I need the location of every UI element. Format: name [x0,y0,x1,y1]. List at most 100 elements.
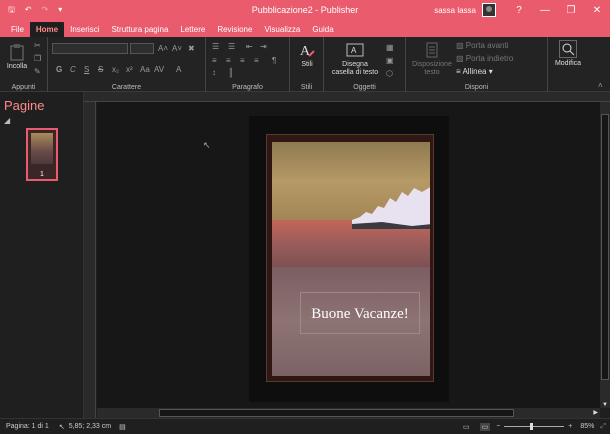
text-layout-button[interactable]: Disposizione testo [410,41,454,77]
tab-page-design[interactable]: Struttura pagina [105,22,174,37]
justify-icon[interactable]: ≡ [254,56,259,65]
copy-icon[interactable]: ❐ [34,54,41,63]
beach-photo[interactable]: Buone Vacanze! [272,142,430,376]
page[interactable]: Buone Vacanze! [249,116,449,402]
tab-mailings[interactable]: Lettere [174,22,211,37]
table-icon[interactable]: ▦ [386,43,394,52]
redo-icon[interactable]: ↷ [42,5,49,15]
styles-button[interactable]: A Stili [293,41,321,69]
close-button[interactable]: ✕ [584,5,610,16]
numbering-icon[interactable]: ☰ [228,42,235,51]
tab-file[interactable]: File [5,22,30,37]
align-center-icon[interactable]: ≡ [226,56,231,65]
pages-panel: Pagine ◢ 1 [0,92,84,418]
send-backward-button[interactable]: ▨ Porta indietro [456,54,513,63]
page-number: 1 [40,171,44,178]
tab-home[interactable]: Home [29,22,65,37]
font-name-box[interactable] [52,43,128,54]
font-size-box[interactable] [130,43,154,54]
styles-label: Stili [301,61,313,68]
zoom-level[interactable]: 85% [580,423,594,430]
bullets-icon[interactable]: ☰ [212,42,219,51]
greeting-textbox[interactable]: Buone Vacanze! [300,292,420,334]
canvas[interactable]: ↖ Buone Vacanze! [97,102,600,408]
cut-icon[interactable]: ✂ [34,41,41,50]
single-page-view-icon[interactable]: ▭ [463,423,470,431]
restore-button[interactable]: ❐ [558,5,584,16]
bring-forward-button[interactable]: ▧ Porta avanti [456,41,508,50]
vertical-ruler[interactable] [84,102,96,418]
help-button[interactable]: ? [506,5,532,16]
increase-indent-icon[interactable]: ⇥ [260,42,267,51]
draw-textbox-button[interactable]: A Disegna casella di testo [328,41,382,77]
clear-formatting-icon[interactable]: ✖ [188,44,195,53]
horizontal-scroll-thumb[interactable] [159,409,514,417]
cursor-icon: ↖ [58,423,65,431]
styles-icon: A [300,44,315,59]
superscript-icon[interactable]: x² [126,65,133,74]
zoom-slider[interactable] [504,423,565,430]
arrange-group-label: Disponi [464,84,489,91]
group-arrange: Disposizione testo ▧ Porta avanti ▨ Port… [406,37,548,92]
shapes-icon[interactable]: ⬡ [386,69,393,78]
collapse-ribbon-icon[interactable]: ˄ [598,81,603,90]
zoom-in-icon[interactable]: + [568,423,572,430]
strikethrough-icon[interactable]: S [98,65,103,74]
paste-button[interactable]: Incolla [4,43,30,71]
align-right-icon[interactable]: ≡ [240,56,245,65]
shrink-font-icon[interactable]: A˅ [172,44,182,53]
quick-access-toolbar: 🖫 ↶ ↷ ▾ [0,5,120,15]
underline-icon[interactable]: S [84,65,89,74]
align-button[interactable]: ≡ Allinea ▾ [456,67,493,76]
fit-page-icon[interactable]: ⤢ [600,423,606,431]
zoom-slider-thumb[interactable] [530,423,534,430]
character-spacing-icon[interactable]: AV [154,65,164,74]
page-thumbnail[interactable]: 1 [26,128,58,181]
photo-foliage [352,187,430,229]
picture-icon[interactable]: ▣ [386,56,394,65]
line-spacing-icon[interactable]: ↕ [212,68,216,77]
modify-button[interactable]: Modifica [550,40,586,68]
font-color-icon[interactable]: A [176,65,181,74]
clipboard-group-label: Appunti [11,84,36,91]
subscript-icon[interactable]: x₂ [112,65,119,74]
show-marks-icon[interactable]: ¶ [272,56,276,65]
avatar[interactable] [482,3,496,17]
page-info[interactable]: Pagina: 1 di 1 [6,423,49,430]
minimize-button[interactable]: — [532,5,558,16]
two-page-view-icon[interactable]: ▭ [479,422,491,431]
objects-group-label: Oggetti [353,84,376,91]
tab-insert[interactable]: Inserisci [64,22,105,37]
cursor-position: 5,85; 2,33 cm [68,423,112,430]
group-clipboard: Incolla ✂ ❐ ✎ Appunti [0,37,48,92]
scroll-right-icon[interactable]: ▶ [593,409,598,416]
card-border[interactable]: Buone Vacanze! [266,134,434,382]
svg-text:A: A [300,44,311,59]
grow-font-icon[interactable]: A˄ [158,44,168,53]
customize-qat-icon[interactable]: ▾ [58,5,62,15]
italic-icon[interactable]: C [70,65,76,74]
tab-help[interactable]: Guida [306,22,339,37]
draw-textbox-label-2: casella di testo [331,69,379,76]
tab-review[interactable]: Revisione [211,22,258,37]
ribbon-tabs: File Home Inserisci Struttura pagina Let… [0,20,610,37]
horizontal-ruler[interactable] [84,92,610,102]
undo-icon[interactable]: ↶ [25,5,32,15]
bold-icon[interactable]: G [56,65,62,74]
user-name[interactable]: sassa lassa [434,6,476,15]
collapse-arrow-icon[interactable]: ◢ [4,116,10,125]
styles-group-label: Stili [300,84,313,91]
vertical-scroll-thumb[interactable] [601,114,609,380]
columns-icon[interactable]: ║ [228,68,234,77]
align-left-icon[interactable]: ≡ [212,56,217,65]
change-case-icon[interactable]: Aa [140,65,150,74]
format-painter-icon[interactable]: ✎ [34,67,41,76]
vertical-scrollbar[interactable]: ▼ [600,102,610,408]
scroll-down-icon[interactable]: ▼ [602,402,608,408]
decrease-indent-icon[interactable]: ⇤ [246,42,253,51]
object-size-icon: ▤ [119,423,126,431]
zoom-out-icon[interactable]: − [496,423,500,430]
tab-view[interactable]: Visualizza [258,22,306,37]
save-icon[interactable]: 🖫 [8,5,15,15]
horizontal-scrollbar[interactable]: ▶ [97,408,600,418]
